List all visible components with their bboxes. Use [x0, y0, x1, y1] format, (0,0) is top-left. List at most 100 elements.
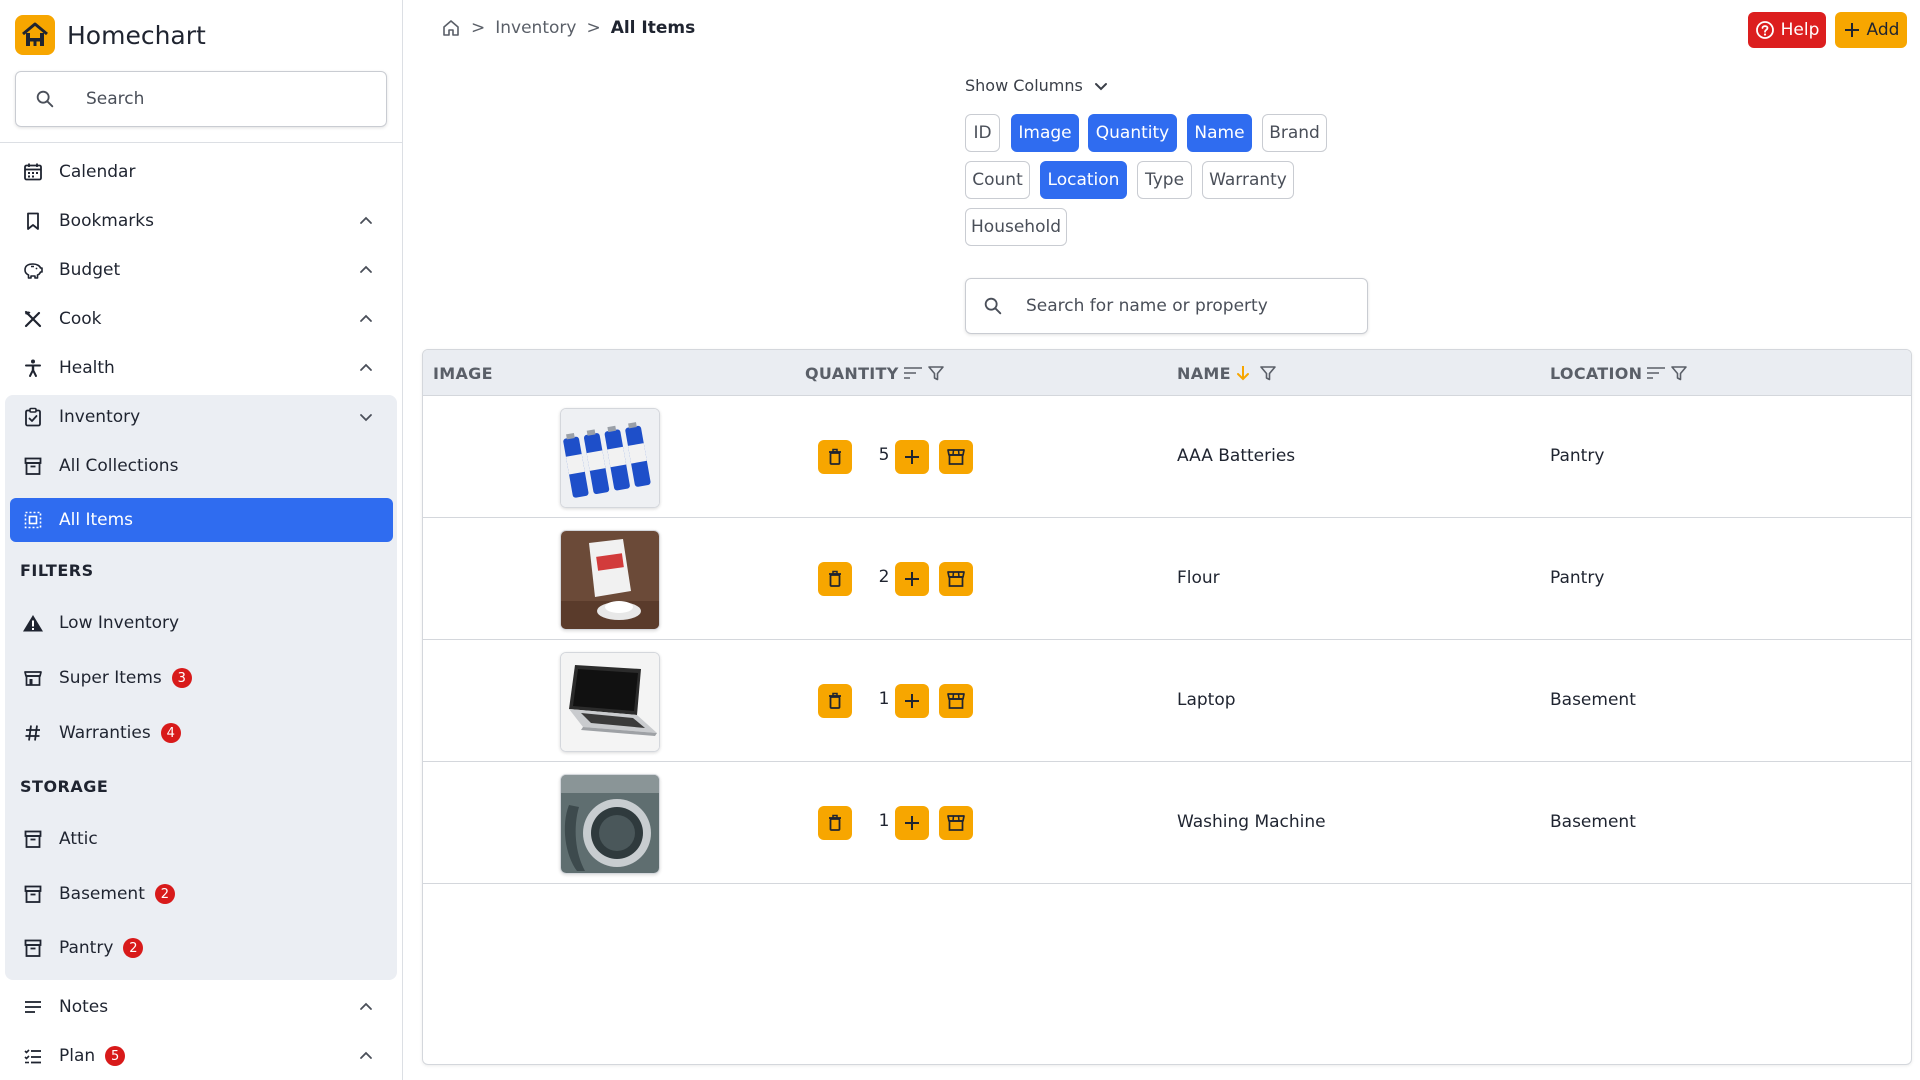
item-image-batteries[interactable] — [560, 408, 660, 508]
column-chip-image[interactable]: Image — [1011, 114, 1079, 152]
sidebar-item-attic[interactable]: Attic — [10, 817, 393, 861]
sidebar-item-notes[interactable]: Notes — [10, 985, 393, 1029]
sidebar-item-plan[interactable]: Plan 5 — [10, 1034, 393, 1078]
home-icon[interactable] — [441, 18, 461, 38]
sidebar-item-super-items[interactable]: Super Items 3 — [10, 656, 393, 700]
increment-button[interactable] — [895, 440, 929, 474]
shop-button[interactable] — [939, 562, 973, 596]
plus-icon — [905, 450, 919, 464]
chevron-up-icon[interactable] — [357, 310, 375, 328]
table-row[interactable]: 1 Laptop Basement — [423, 640, 1911, 762]
filter-icon[interactable] — [1670, 364, 1688, 382]
column-chip-household[interactable]: Household — [965, 208, 1067, 246]
filter-icon[interactable] — [1259, 364, 1277, 382]
sidebar-item-label: Attic — [59, 829, 98, 849]
sidebar-item-bookmarks[interactable]: Bookmarks — [10, 199, 393, 243]
item-name[interactable]: Laptop — [1177, 690, 1236, 710]
column-header-name[interactable]: NAME — [1177, 350, 1277, 396]
column-chip-warranty[interactable]: Warranty — [1202, 161, 1294, 199]
sidebar-item-all-collections[interactable]: All Collections — [10, 444, 393, 488]
sidebar-item-calendar[interactable]: Calendar — [10, 150, 393, 194]
sidebar-item-label: Budget — [59, 260, 121, 280]
item-image-washing-machine[interactable] — [560, 774, 660, 874]
items-table: IMAGE QUANTITY NAME LOCATION 5 AAA Batte… — [422, 349, 1912, 1065]
table-row[interactable]: 1 Washing Machine Basement — [423, 762, 1911, 884]
sidebar-item-inventory[interactable]: Inventory — [10, 395, 393, 439]
sidebar-item-label: Calendar — [59, 162, 136, 182]
sidebar-item-budget[interactable]: Budget — [10, 248, 393, 292]
increment-button[interactable] — [895, 684, 929, 718]
delete-button[interactable] — [818, 440, 852, 474]
notes-icon — [21, 995, 45, 1019]
plus-icon — [905, 694, 919, 708]
column-header-label: QUANTITY — [805, 363, 899, 383]
column-chip-count[interactable]: Count — [965, 161, 1030, 199]
shop-button[interactable] — [939, 684, 973, 718]
increment-button[interactable] — [895, 562, 929, 596]
chevron-up-icon[interactable] — [357, 998, 375, 1016]
chip-label: Type — [1144, 170, 1185, 190]
table-header: IMAGE QUANTITY NAME LOCATION — [423, 350, 1911, 396]
sidebar-item-health[interactable]: Health — [10, 346, 393, 390]
sidebar-item-label: Super Items — [59, 668, 162, 688]
sidebar-search-input[interactable]: Search — [15, 71, 387, 127]
sidebar-item-label: All Collections — [59, 456, 179, 476]
item-name[interactable]: Flour — [1177, 568, 1220, 588]
filter-icon[interactable] — [927, 364, 945, 382]
item-image-laptop[interactable] — [560, 652, 660, 752]
column-header-location[interactable]: LOCATION — [1550, 350, 1688, 396]
column-chip-location[interactable]: Location — [1040, 161, 1127, 199]
store-icon — [947, 449, 965, 465]
add-button[interactable]: Add — [1835, 12, 1907, 48]
column-chip-id[interactable]: ID — [965, 114, 1000, 152]
delete-button[interactable] — [818, 562, 852, 596]
column-header-quantity[interactable]: QUANTITY — [805, 350, 945, 396]
sidebar-item-cook[interactable]: Cook — [10, 297, 393, 341]
sidebar-item-pantry[interactable]: Pantry 2 — [10, 926, 393, 970]
item-search-input[interactable]: Search for name or property — [965, 278, 1368, 334]
column-chip-name[interactable]: Name — [1187, 114, 1252, 152]
chevron-up-icon[interactable] — [357, 212, 375, 230]
count-badge: 4 — [160, 723, 181, 743]
column-chip-type[interactable]: Type — [1137, 161, 1192, 199]
app-name: Homechart — [67, 20, 206, 50]
chevron-down-icon[interactable] — [357, 408, 375, 426]
shop-button[interactable] — [939, 806, 973, 840]
increment-button[interactable] — [895, 806, 929, 840]
breadcrumb-inventory[interactable]: Inventory — [495, 18, 576, 38]
chevron-up-icon[interactable] — [357, 1047, 375, 1065]
sidebar-item-all-items[interactable]: All Items — [10, 498, 393, 542]
plus-icon — [905, 572, 919, 586]
brand[interactable]: Homechart — [15, 15, 206, 55]
sidebar-item-low-inventory[interactable]: Low Inventory — [10, 601, 393, 645]
chevron-up-icon[interactable] — [357, 261, 375, 279]
count-badge: 3 — [171, 668, 192, 688]
item-image-flour[interactable] — [560, 530, 660, 630]
sort-arrow-down-icon[interactable] — [1235, 364, 1251, 382]
warning-icon — [21, 611, 45, 635]
column-chip-quantity[interactable]: Quantity — [1088, 114, 1177, 152]
table-row[interactable]: 2 Flour Pantry — [423, 518, 1911, 640]
delete-button[interactable] — [818, 684, 852, 718]
sidebar: Homechart Search Calendar Bookmarks Budg… — [0, 0, 403, 1080]
sidebar-item-warranties[interactable]: Warranties 4 — [10, 711, 393, 755]
help-button[interactable]: Help — [1748, 12, 1826, 48]
sort-icon[interactable] — [1646, 365, 1666, 381]
show-columns-toggle[interactable]: Show Columns — [965, 76, 1109, 95]
chevron-up-icon[interactable] — [357, 359, 375, 377]
sidebar-item-label: Warranties — [59, 723, 151, 743]
sort-icon[interactable] — [903, 365, 923, 381]
shop-button[interactable] — [939, 440, 973, 474]
table-row[interactable]: 5 AAA Batteries Pantry — [423, 396, 1911, 518]
item-name[interactable]: Washing Machine — [1177, 812, 1326, 832]
item-location: Pantry — [1550, 568, 1605, 588]
column-chip-brand[interactable]: Brand — [1262, 114, 1327, 152]
help-button-label: Help — [1780, 20, 1820, 40]
delete-button[interactable] — [818, 806, 852, 840]
sidebar-item-basement[interactable]: Basement 2 — [10, 872, 393, 916]
item-name[interactable]: AAA Batteries — [1177, 446, 1295, 466]
hash-icon — [21, 721, 45, 745]
clipboard-icon — [21, 405, 45, 429]
item-location: Pantry — [1550, 446, 1605, 466]
store-icon — [947, 693, 965, 709]
